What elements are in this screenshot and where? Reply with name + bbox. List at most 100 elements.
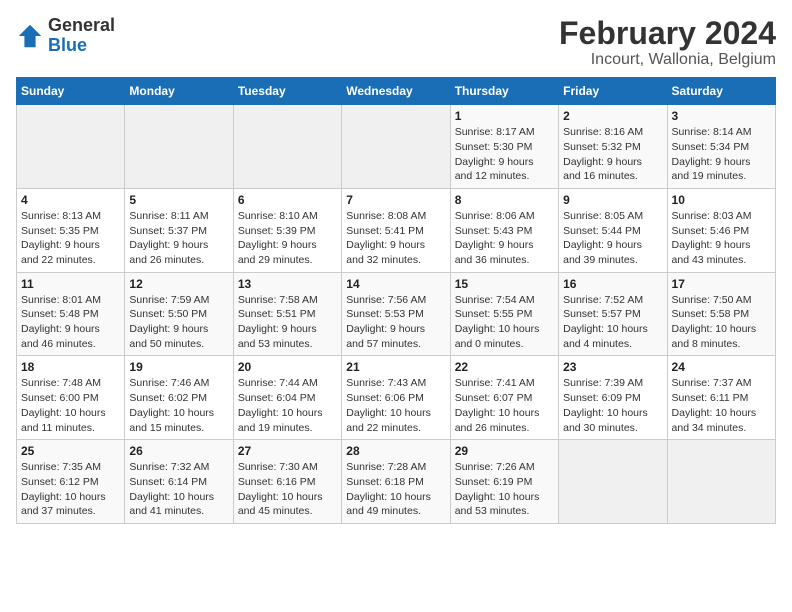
calendar-cell: 1Sunrise: 8:17 AMSunset: 5:30 PMDaylight… (450, 105, 558, 189)
calendar-cell: 10 Sunrise: 8:03 AMSunset: 5:46 PMDayligh… (667, 188, 775, 272)
calendar-table: SundayMondayTuesdayWednesdayThursdayFrid… (16, 77, 776, 524)
day-number: 28 (346, 444, 445, 458)
calendar-cell: 7 Sunrise: 8:08 AMSunset: 5:41 PMDaylight… (342, 188, 450, 272)
calendar-cell: 12 Sunrise: 7:59 AMSunset: 5:50 PMDayligh… (125, 272, 233, 356)
day-number: 26 (129, 444, 228, 458)
calendar-cell: 4 Sunrise: 8:13 AMSunset: 5:35 PMDaylight… (17, 188, 125, 272)
calendar-cell (125, 105, 233, 189)
calendar-cell: 11 Sunrise: 8:01 AMSunset: 5:48 PMDayligh… (17, 272, 125, 356)
weekday-header-saturday: Saturday (667, 78, 775, 105)
day-details: Sunrise: 8:17 AMSunset: 5:30 PMDaylight:… (455, 125, 554, 184)
week-row-4: 18Sunrise: 7:48 AMSunset: 6:00 PMDayligh… (17, 356, 776, 440)
calendar-cell: 27Sunrise: 7:30 AMSunset: 6:16 PMDayligh… (233, 440, 341, 524)
day-details: Sunrise: 7:41 AMSunset: 6:07 PMDaylight:… (455, 376, 554, 435)
day-details: Sunrise: 8:10 AMSunset: 5:39 PMDaylight:… (238, 209, 337, 268)
day-details: Sunrise: 8:14 AMSunset: 5:34 PMDaylight:… (672, 125, 771, 184)
calendar-header: SundayMondayTuesdayWednesdayThursdayFrid… (17, 78, 776, 105)
week-row-2: 4 Sunrise: 8:13 AMSunset: 5:35 PMDaylight… (17, 188, 776, 272)
logo-text: General Blue (48, 16, 115, 56)
day-details: Sunrise: 7:37 AMSunset: 6:11 PMDaylight:… (672, 376, 771, 435)
day-number: 14 (346, 277, 445, 291)
day-number: 10 (672, 193, 771, 207)
weekday-header-tuesday: Tuesday (233, 78, 341, 105)
day-details: Sunrise: 7:50 AMSunset: 5:58 PMDaylight:… (672, 293, 771, 352)
logo: General Blue (16, 16, 115, 56)
day-number: 29 (455, 444, 554, 458)
calendar-cell: 29 Sunrise: 7:26 AMSunset: 6:19 PMDayligh… (450, 440, 558, 524)
week-row-3: 11 Sunrise: 8:01 AMSunset: 5:48 PMDayligh… (17, 272, 776, 356)
calendar-cell (342, 105, 450, 189)
calendar-cell: 3 Sunrise: 8:14 AMSunset: 5:34 PMDaylight… (667, 105, 775, 189)
day-details: Sunrise: 7:54 AMSunset: 5:55 PMDaylight:… (455, 293, 554, 352)
day-details: Sunrise: 7:59 AMSunset: 5:50 PMDaylight:… (129, 293, 228, 352)
day-details: Sunrise: 7:46 AMSunset: 6:02 PMDaylight:… (129, 376, 228, 435)
day-details: Sunrise: 7:58 AMSunset: 5:51 PMDaylight:… (238, 293, 337, 352)
calendar-cell: 23 Sunrise: 7:39 AMSunset: 6:09 PMDayligh… (559, 356, 667, 440)
day-details: Sunrise: 7:39 AMSunset: 6:09 PMDaylight:… (563, 376, 662, 435)
calendar-cell: 21 Sunrise: 7:43 AMSunset: 6:06 PMDayligh… (342, 356, 450, 440)
day-details: Sunrise: 7:43 AMSunset: 6:06 PMDaylight:… (346, 376, 445, 435)
calendar-cell: 9Sunrise: 8:05 AMSunset: 5:44 PMDaylight… (559, 188, 667, 272)
day-number: 17 (672, 277, 771, 291)
calendar-title: February 2024 (559, 16, 776, 51)
day-number: 5 (129, 193, 228, 207)
day-details: Sunrise: 7:26 AMSunset: 6:19 PMDaylight:… (455, 460, 554, 519)
calendar-cell: 5Sunrise: 8:11 AMSunset: 5:37 PMDaylight… (125, 188, 233, 272)
day-number: 6 (238, 193, 337, 207)
logo-icon (16, 22, 44, 50)
calendar-cell (559, 440, 667, 524)
day-number: 24 (672, 360, 771, 374)
weekday-row: SundayMondayTuesdayWednesdayThursdayFrid… (17, 78, 776, 105)
day-details: Sunrise: 7:48 AMSunset: 6:00 PMDaylight:… (21, 376, 120, 435)
day-number: 20 (238, 360, 337, 374)
week-row-5: 25Sunrise: 7:35 AMSunset: 6:12 PMDayligh… (17, 440, 776, 524)
calendar-cell: 17 Sunrise: 7:50 AMSunset: 5:58 PMDayligh… (667, 272, 775, 356)
calendar-cell: 28 Sunrise: 7:28 AMSunset: 6:18 PMDayligh… (342, 440, 450, 524)
day-details: Sunrise: 8:03 AMSunset: 5:46 PMDaylight:… (672, 209, 771, 268)
day-number: 4 (21, 193, 120, 207)
day-details: Sunrise: 8:16 AMSunset: 5:32 PMDaylight:… (563, 125, 662, 184)
day-number: 15 (455, 277, 554, 291)
calendar-cell: 13Sunrise: 7:58 AMSunset: 5:51 PMDayligh… (233, 272, 341, 356)
day-details: Sunrise: 7:28 AMSunset: 6:18 PMDaylight:… (346, 460, 445, 519)
logo-general: General (48, 15, 115, 35)
day-number: 22 (455, 360, 554, 374)
day-number: 16 (563, 277, 662, 291)
day-number: 11 (21, 277, 120, 291)
calendar-cell (233, 105, 341, 189)
day-details: Sunrise: 8:01 AMSunset: 5:48 PMDaylight:… (21, 293, 120, 352)
calendar-cell (17, 105, 125, 189)
calendar-cell: 26Sunrise: 7:32 AMSunset: 6:14 PMDayligh… (125, 440, 233, 524)
calendar-body: 1Sunrise: 8:17 AMSunset: 5:30 PMDaylight… (17, 105, 776, 524)
calendar-cell: 8 Sunrise: 8:06 AMSunset: 5:43 PMDaylight… (450, 188, 558, 272)
day-number: 2 (563, 109, 662, 123)
weekday-header-friday: Friday (559, 78, 667, 105)
day-details: Sunrise: 8:08 AMSunset: 5:41 PMDaylight:… (346, 209, 445, 268)
weekday-header-wednesday: Wednesday (342, 78, 450, 105)
day-number: 21 (346, 360, 445, 374)
calendar-cell (667, 440, 775, 524)
day-details: Sunrise: 7:52 AMSunset: 5:57 PMDaylight:… (563, 293, 662, 352)
day-details: Sunrise: 8:05 AMSunset: 5:44 PMDaylight:… (563, 209, 662, 268)
calendar-cell: 2 Sunrise: 8:16 AMSunset: 5:32 PMDaylight… (559, 105, 667, 189)
calendar-cell: 24 Sunrise: 7:37 AMSunset: 6:11 PMDayligh… (667, 356, 775, 440)
day-details: Sunrise: 7:44 AMSunset: 6:04 PMDaylight:… (238, 376, 337, 435)
calendar-cell: 20 Sunrise: 7:44 AMSunset: 6:04 PMDayligh… (233, 356, 341, 440)
day-details: Sunrise: 8:06 AMSunset: 5:43 PMDaylight:… (455, 209, 554, 268)
calendar-cell: 18Sunrise: 7:48 AMSunset: 6:00 PMDayligh… (17, 356, 125, 440)
day-number: 7 (346, 193, 445, 207)
calendar-cell: 6 Sunrise: 8:10 AMSunset: 5:39 PMDaylight… (233, 188, 341, 272)
day-number: 3 (672, 109, 771, 123)
day-details: Sunrise: 8:13 AMSunset: 5:35 PMDaylight:… (21, 209, 120, 268)
day-number: 25 (21, 444, 120, 458)
day-number: 12 (129, 277, 228, 291)
calendar-cell: 15 Sunrise: 7:54 AMSunset: 5:55 PMDayligh… (450, 272, 558, 356)
calendar-cell: 19Sunrise: 7:46 AMSunset: 6:02 PMDayligh… (125, 356, 233, 440)
day-number: 23 (563, 360, 662, 374)
header: General Blue February 2024 Incourt, Wall… (16, 16, 776, 69)
day-number: 8 (455, 193, 554, 207)
calendar-cell: 25Sunrise: 7:35 AMSunset: 6:12 PMDayligh… (17, 440, 125, 524)
day-details: Sunrise: 7:56 AMSunset: 5:53 PMDaylight:… (346, 293, 445, 352)
weekday-header-monday: Monday (125, 78, 233, 105)
logo-blue: Blue (48, 35, 87, 55)
